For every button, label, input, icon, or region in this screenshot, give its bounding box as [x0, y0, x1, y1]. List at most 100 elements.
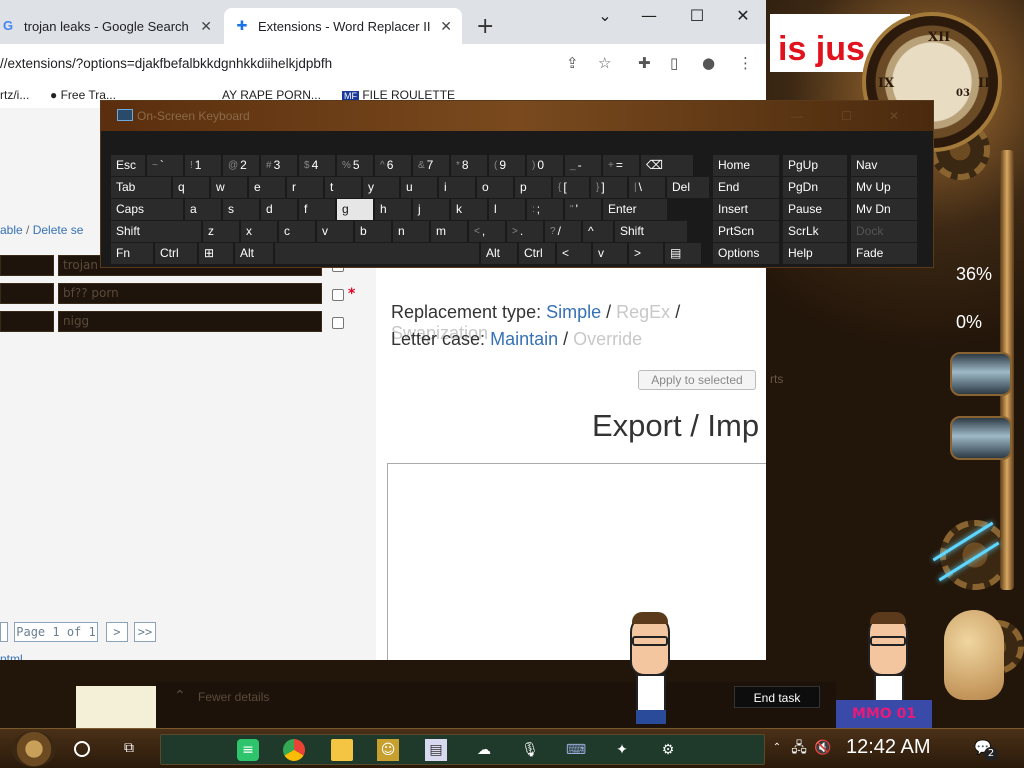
chevron-up-icon[interactable]: ⌃: [174, 688, 186, 704]
osk-nav-key[interactable]: Fade: [851, 243, 917, 264]
osk-key[interactable]: ^ 6: [375, 155, 411, 176]
osk-key[interactable]: ▤: [665, 243, 701, 264]
override-option[interactable]: Override: [573, 329, 642, 349]
volume-muted-icon[interactable]: 🔇: [812, 737, 834, 759]
game-icon[interactable]: ☺: [377, 739, 399, 761]
osk-key[interactable]: ! 1: [185, 155, 221, 176]
profile-icon[interactable]: ●: [702, 54, 715, 72]
osk-key[interactable]: :;: [527, 199, 563, 220]
row-checkbox[interactable]: [332, 289, 344, 301]
osk-key[interactable]: >: [629, 243, 663, 264]
osk-key[interactable]: x: [241, 221, 277, 242]
next-page-button[interactable]: >: [106, 622, 128, 642]
address-bar[interactable]: //extensions/?options=djakfbefalbkkdgnhk…: [0, 50, 620, 78]
osk-nav-key[interactable]: PrtScn: [713, 221, 779, 242]
osk-key[interactable]: <,: [469, 221, 505, 242]
osk-key[interactable]: + =: [603, 155, 639, 176]
osk-key[interactable]: ) 0: [527, 155, 563, 176]
chevron-up-icon[interactable]: ⌃: [766, 737, 788, 759]
osk-key[interactable]: s: [223, 199, 259, 220]
maximize-button[interactable]: ☐: [841, 109, 852, 123]
close-window-button[interactable]: ✕: [728, 6, 758, 25]
osk-nav-key[interactable]: ScrLk: [783, 221, 847, 242]
tab-google-search[interactable]: G trojan leaks - Google Search ✕: [0, 8, 222, 44]
osk-key[interactable]: ⊞: [199, 243, 233, 264]
osk-key[interactable]: @2: [223, 155, 259, 176]
osk-key[interactable]: }]: [591, 177, 627, 198]
end-task-button[interactable]: End task: [734, 686, 820, 708]
clock-time[interactable]: 12:42 AM: [846, 736, 931, 759]
notes-icon[interactable]: ≡: [237, 739, 259, 761]
osk-key[interactable]: y: [363, 177, 399, 198]
osk-nav-key[interactable]: Mv Up: [851, 177, 917, 198]
osk-key[interactable]: f: [299, 199, 335, 220]
side-panel-icon[interactable]: ▯: [670, 54, 678, 72]
osk-key[interactable]: Ctrl: [155, 243, 197, 264]
osk-nav-key[interactable]: End: [713, 177, 779, 198]
osk-key[interactable]: ⌫: [641, 155, 693, 176]
mask-icon[interactable]: ☁: [473, 739, 495, 761]
search-circle-icon[interactable]: [74, 741, 90, 757]
keyboard-icon[interactable]: ⌨: [565, 739, 587, 761]
folder-icon[interactable]: [331, 739, 353, 761]
osk-nav-key[interactable]: Help: [783, 243, 847, 264]
osk-key[interactable]: >.: [507, 221, 543, 242]
osk-nav-key[interactable]: PgUp: [783, 155, 847, 176]
osk-key[interactable]: Alt: [235, 243, 273, 264]
regex-option[interactable]: RegEx: [616, 302, 670, 322]
bottom-link[interactable]: ntml: [0, 652, 23, 660]
replace-input[interactable]: nigg: [58, 311, 322, 332]
bookmark-star-icon[interactable]: ☆: [598, 54, 611, 72]
osk-key[interactable]: {[: [553, 177, 589, 198]
osk-key[interactable]: % 5: [337, 155, 373, 176]
osk-key[interactable]: o: [477, 177, 513, 198]
osk-key[interactable]: ? /: [545, 221, 581, 242]
osk-key[interactable]: " ': [565, 199, 601, 220]
osk-key[interactable]: Alt: [481, 243, 517, 264]
tab-search-icon[interactable]: ⌄: [590, 6, 620, 25]
osk-key[interactable]: l: [489, 199, 525, 220]
close-icon[interactable]: ✕: [200, 18, 212, 35]
last-page-button[interactable]: >>: [134, 622, 156, 642]
osk-key[interactable]: z: [203, 221, 239, 242]
replace-input[interactable]: bf?? porn: [58, 283, 322, 304]
find-input[interactable]: [0, 311, 54, 332]
new-tab-button[interactable]: +: [476, 14, 494, 39]
osk-key[interactable]: [275, 243, 479, 264]
share-icon[interactable]: ⇪: [566, 54, 579, 72]
close-button[interactable]: ✕: [889, 109, 899, 123]
osk-nav-key[interactable]: Dock: [851, 221, 917, 242]
network-icon[interactable]: 🖧: [788, 737, 810, 759]
apply-to-selected-button[interactable]: Apply to selected: [638, 370, 756, 390]
osk-key[interactable]: (9: [489, 155, 525, 176]
osk-key[interactable]: u: [401, 177, 437, 198]
osk-key[interactable]: i: [439, 177, 475, 198]
osk-nav-key[interactable]: PgDn: [783, 177, 847, 198]
export-textarea[interactable]: [387, 463, 766, 660]
osk-key[interactable]: r: [287, 177, 323, 198]
close-icon[interactable]: ✕: [440, 18, 452, 35]
osk-key[interactable]: Tab: [111, 177, 171, 198]
minimize-button[interactable]: —: [634, 6, 664, 25]
osk-nav-key[interactable]: Mv Dn: [851, 199, 917, 220]
simple-option[interactable]: Simple: [546, 302, 601, 322]
osk-key[interactable]: & 7: [413, 155, 449, 176]
task-view-icon[interactable]: ⧉: [118, 737, 140, 759]
osk-nav-key[interactable]: Insert: [713, 199, 779, 220]
osk-key[interactable]: e: [249, 177, 285, 198]
osk-key[interactable]: m: [431, 221, 467, 242]
osk-titlebar[interactable]: On-Screen Keyboard — ☐ ✕: [101, 101, 933, 131]
settings-gear-icon[interactable]: ⚙: [657, 739, 679, 761]
osk-nav-key[interactable]: Nav: [851, 155, 917, 176]
osk-nav-key[interactable]: Pause: [783, 199, 847, 220]
osk-key[interactable]: v: [593, 243, 627, 264]
maximize-button[interactable]: ☐: [682, 6, 712, 25]
osk-key[interactable]: Shift: [111, 221, 201, 242]
osk-key[interactable]: Del: [667, 177, 709, 198]
osk-key[interactable]: t: [325, 177, 361, 198]
osk-key[interactable]: | \: [629, 177, 665, 198]
osk-key[interactable]: Ctrl: [519, 243, 555, 264]
table-link[interactable]: able: [0, 223, 23, 237]
osk-key[interactable]: g: [337, 199, 373, 220]
osk-key[interactable]: Caps: [111, 199, 183, 220]
